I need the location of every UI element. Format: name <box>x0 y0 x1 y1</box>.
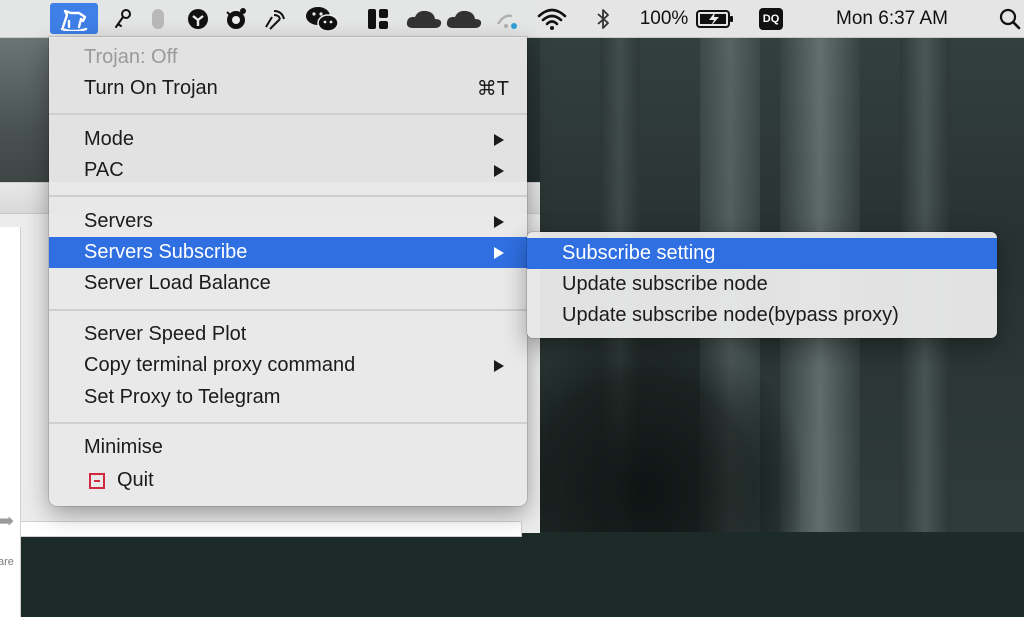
menu-item-quit[interactable]: Quit <box>49 465 527 496</box>
trojan-app-icon[interactable] <box>50 3 98 34</box>
battery-percent[interactable]: 100% <box>636 0 692 37</box>
wifi-icon[interactable] <box>534 0 570 37</box>
menu-item-status: Trojan: Off <box>49 42 527 73</box>
menu-item-mode[interactable]: Mode <box>49 124 527 155</box>
bug-icon[interactable] <box>222 0 250 37</box>
clock[interactable]: Mon 6:37 AM <box>818 0 966 37</box>
share-label: are <box>0 556 14 568</box>
share-icon[interactable]: ➦ <box>0 508 14 534</box>
copy-terminal-proxy-label: Copy terminal proxy command <box>84 354 356 376</box>
menu-separator <box>49 422 527 424</box>
window-bottom-field[interactable] <box>20 521 522 537</box>
menu-separator <box>49 309 527 311</box>
update-subscribe-node-label: Update subscribe node <box>562 273 768 295</box>
shortcut-label: ⌘T <box>476 78 509 100</box>
dq-icon[interactable]: DQ <box>756 0 786 37</box>
minimise-label: Minimise <box>84 436 163 458</box>
menu-separator <box>49 113 527 115</box>
servers-label: Servers <box>84 210 153 232</box>
menu-item-set-proxy-telegram[interactable]: Set Proxy to Telegram <box>49 382 527 413</box>
cloud-icon[interactable] <box>404 0 444 37</box>
quit-icon <box>89 472 105 489</box>
menu-item-servers-subscribe[interactable]: Servers Subscribe <box>49 237 527 268</box>
submenu-item-update-subscribe-node[interactable]: Update subscribe node <box>527 269 997 300</box>
menu-item-servers[interactable]: Servers <box>49 206 527 237</box>
wifi-dots-icon[interactable] <box>492 0 524 37</box>
update-subscribe-node-bypass-label: Update subscribe node(bypass proxy) <box>562 304 899 326</box>
cloud-icon[interactable] <box>444 0 484 37</box>
battery-charging-icon[interactable] <box>694 0 736 37</box>
servers-subscribe-submenu: Subscribe setting Update subscribe node … <box>527 232 997 338</box>
wallpaper-detail <box>0 37 50 187</box>
submenu-arrow-icon <box>493 237 505 268</box>
menu-item-server-speed-plot[interactable]: Server Speed Plot <box>49 319 527 350</box>
mouse-icon[interactable] <box>146 0 170 37</box>
menu-separator <box>49 195 527 197</box>
bluetooth-icon[interactable] <box>590 0 616 37</box>
subscribe-setting-label: Subscribe setting <box>562 242 716 264</box>
dq-badge: DQ <box>759 7 783 30</box>
mode-label: Mode <box>84 128 135 150</box>
trojan-dropdown-menu: Trojan: Off Turn On Trojan ⌘T Mode PAC S… <box>49 37 527 506</box>
panels-icon[interactable] <box>364 0 392 37</box>
submenu-arrow-icon <box>493 206 505 237</box>
search-icon[interactable] <box>996 0 1024 37</box>
submenu-arrow-icon <box>493 124 505 155</box>
submenu-item-update-subscribe-node-bypass[interactable]: Update subscribe node(bypass proxy) <box>527 300 997 331</box>
menu-item-turn-on-trojan[interactable]: Turn On Trojan ⌘T <box>49 73 527 104</box>
wallpaper-shadow <box>540 330 800 532</box>
set-proxy-telegram-label: Set Proxy to Telegram <box>84 386 281 408</box>
server-load-balance-label: Server Load Balance <box>84 272 271 294</box>
servers-subscribe-label: Servers Subscribe <box>84 241 248 263</box>
status-label: Trojan: Off <box>84 46 178 68</box>
satellite-icon[interactable] <box>260 0 290 37</box>
menu-item-minimise[interactable]: Minimise <box>49 432 527 463</box>
menu-item-pac[interactable]: PAC <box>49 155 527 186</box>
turn-on-label: Turn On Trojan <box>84 77 218 99</box>
wechat-icon[interactable] <box>302 0 342 37</box>
menu-item-copy-terminal-proxy[interactable]: Copy terminal proxy command <box>49 350 527 381</box>
submenu-arrow-icon <box>493 155 505 186</box>
server-speed-plot-label: Server Speed Plot <box>84 323 247 345</box>
menu-item-server-load-balance[interactable]: Server Load Balance <box>49 268 527 299</box>
pac-label: PAC <box>84 159 124 181</box>
rotate-icon[interactable] <box>184 0 212 37</box>
menu-bar: 100% DQ Mon 6:37 AM <box>0 0 1024 38</box>
submenu-item-subscribe-setting[interactable]: Subscribe setting <box>527 238 997 269</box>
key-icon[interactable] <box>110 0 136 37</box>
quit-label: Quit <box>117 469 154 491</box>
submenu-arrow-icon <box>493 350 505 381</box>
